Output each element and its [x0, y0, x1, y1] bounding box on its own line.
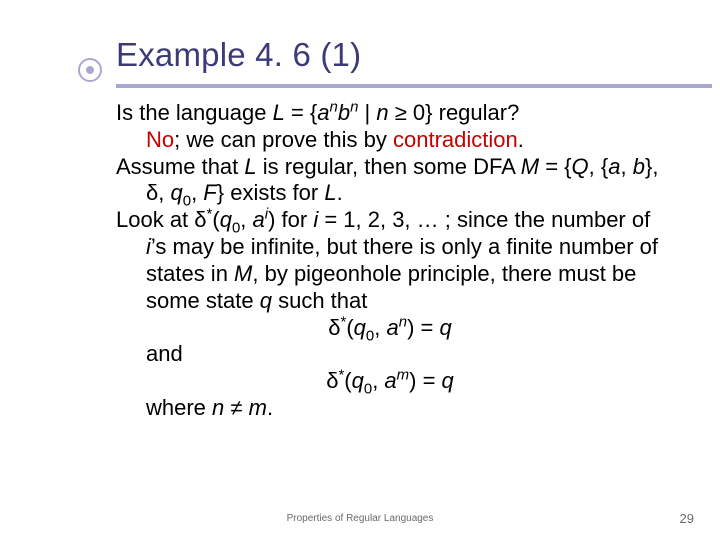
- line-assume: Assume that L is regular, then some DFA …: [116, 154, 664, 208]
- line-question: Is the language L = {anbn | n ≥ 0} regul…: [116, 100, 664, 127]
- slide-body: Is the language L = {anbn | n ≥ 0} regul…: [60, 100, 664, 422]
- equation-1: δ*(q0, an) = q: [116, 315, 664, 342]
- title-rule: [116, 84, 712, 88]
- page-number: 29: [680, 511, 694, 526]
- title-bullet-icon: [78, 58, 102, 82]
- equation-2: δ*(q0, am) = q: [116, 368, 664, 395]
- slide-title: Example 4. 6 (1): [60, 36, 672, 74]
- footer-text: Properties of Regular Languages: [0, 513, 720, 524]
- line-answer: No; we can prove this by contradiction.: [116, 127, 664, 154]
- slide: Example 4. 6 (1) Is the language L = {an…: [0, 0, 720, 540]
- line-lookat: Look at δ*(q0, ai) for i = 1, 2, 3, … ; …: [116, 207, 664, 314]
- line-where: where n ≠ m.: [116, 395, 664, 422]
- line-and: and: [116, 341, 664, 368]
